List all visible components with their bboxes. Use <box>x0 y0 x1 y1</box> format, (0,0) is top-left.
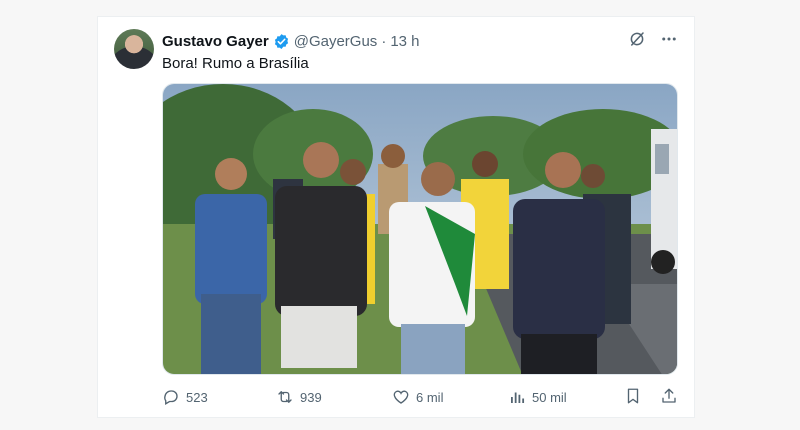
tweet-header: Gustavo Gayer @GayerGus · 13 h <box>162 31 678 51</box>
photo-illustration <box>163 84 677 374</box>
share-icon[interactable] <box>660 387 678 408</box>
author-name[interactable]: Gustavo Gayer <box>162 33 269 50</box>
views-count: 50 mil <box>532 389 567 405</box>
like-count: 6 mil <box>416 389 444 405</box>
author-handle[interactable]: @GayerGus <box>294 33 378 50</box>
tweet-card[interactable]: Gustavo Gayer @GayerGus · 13 h Bora! Rum… <box>97 16 695 418</box>
retweet-count: 939 <box>300 389 322 405</box>
verified-badge-icon <box>273 33 290 50</box>
retweet-button[interactable]: 939 <box>276 388 392 406</box>
bookmark-icon[interactable] <box>624 387 642 408</box>
tweet-actions: 523 939 6 mil 50 mil <box>162 387 678 407</box>
reply-icon <box>164 390 178 405</box>
more-icon[interactable] <box>660 30 678 52</box>
author-avatar[interactable] <box>114 29 154 69</box>
reply-button[interactable]: 523 <box>162 388 276 406</box>
tweet-text: Bora! Rumo a Brasília <box>162 55 309 72</box>
views-button[interactable]: 50 mil <box>508 388 624 406</box>
grok-icon[interactable] <box>628 30 646 52</box>
tweet-photo[interactable] <box>162 83 678 375</box>
like-icon <box>393 390 409 404</box>
reply-count: 523 <box>186 389 208 405</box>
retweet-icon <box>278 391 292 403</box>
timestamp[interactable]: 13 h <box>390 33 419 50</box>
views-icon <box>511 392 525 403</box>
separator-dot: · <box>381 32 387 50</box>
like-button[interactable]: 6 mil <box>392 388 508 406</box>
